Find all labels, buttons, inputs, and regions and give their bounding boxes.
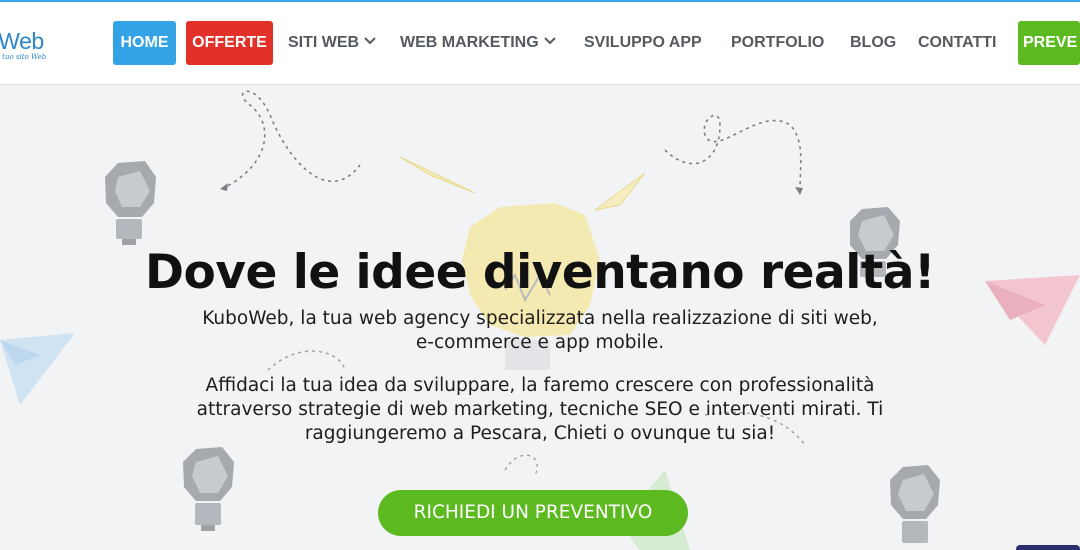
nav-home[interactable]: HOME bbox=[113, 21, 176, 65]
dotted-arrow-icon bbox=[220, 183, 228, 191]
dotted-arrow-icon bbox=[221, 90, 361, 190]
nav-blog[interactable]: BLOG bbox=[850, 21, 896, 65]
nav-sviluppo-app[interactable]: SVILUPPO APP bbox=[584, 21, 702, 65]
nav-contatti[interactable]: CONTATTI bbox=[918, 21, 997, 65]
nav-contatti-label: CONTATTI bbox=[918, 34, 997, 51]
hero-body-line-1: Affidaci la tua idea da sviluppare, la f… bbox=[205, 375, 875, 396]
nav-portfolio[interactable]: PORTFOLIO bbox=[731, 21, 824, 65]
site-header: oWeb ubo il tuo sito Web HOME OFFERTE SI… bbox=[0, 2, 1080, 85]
chevron-down-icon bbox=[364, 37, 376, 45]
dotted-arrow-icon bbox=[664, 114, 802, 191]
hero-intro-line-2: e-commerce e app mobile. bbox=[415, 332, 665, 353]
nav-offerte[interactable]: OFFERTE bbox=[186, 21, 273, 65]
chevron-down-icon bbox=[543, 37, 556, 45]
request-quote-button[interactable]: RICHIEDI UN PREVENTIVO bbox=[378, 490, 688, 536]
hero-body-line-2: attraverso strategie di web marketing, t… bbox=[196, 399, 884, 420]
nav-preventivo-button[interactable]: PREVE bbox=[1018, 21, 1080, 65]
hero-section: Dove le idee diventano realtà! KuboWeb, … bbox=[0, 85, 1080, 550]
nav-preventivo-label: PREVE bbox=[1023, 34, 1078, 51]
hero-intro-line-1: KuboWeb, la tua web agency specializzata… bbox=[202, 308, 878, 329]
nav-offerte-label: OFFERTE bbox=[192, 34, 267, 51]
lightbulb-icon bbox=[890, 465, 940, 543]
hero-body-line-3: raggiungeremo a Pescara, Chieti o ovunqu… bbox=[304, 423, 776, 444]
lightbulb-icon bbox=[105, 161, 156, 245]
main-nav: HOME OFFERTE SITI WEB WEB MARKETING SVIL… bbox=[0, 2, 1080, 85]
nav-blog-label: BLOG bbox=[850, 34, 897, 51]
nav-portfolio-label: PORTFOLIO bbox=[731, 34, 825, 51]
nav-siti-web[interactable]: SITI WEB bbox=[288, 21, 376, 65]
nav-siti-web-label: SITI WEB bbox=[288, 34, 360, 51]
nav-web-marketing[interactable]: WEB MARKETING bbox=[400, 21, 556, 65]
hero-title: Dove le idee diventano realtà! bbox=[145, 245, 935, 300]
nav-home-label: HOME bbox=[120, 34, 169, 51]
dotted-arrow-icon bbox=[795, 187, 803, 195]
nav-sviluppo-app-label: SVILUPPO APP bbox=[584, 34, 702, 51]
chat-widget-tab[interactable] bbox=[1016, 545, 1080, 550]
lightbulb-icon bbox=[183, 447, 234, 531]
nav-web-marketing-label: WEB MARKETING bbox=[400, 34, 539, 51]
paper-plane-icon bbox=[399, 156, 646, 211]
